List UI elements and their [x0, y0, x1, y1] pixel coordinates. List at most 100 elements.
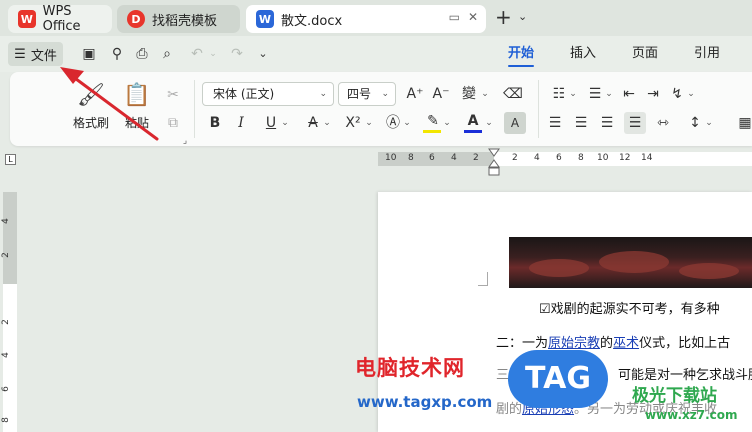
text-effect-icon[interactable]: Ⓐ [382, 112, 404, 134]
image-texture [679, 263, 739, 279]
cut-icon[interactable]: ✂ [162, 84, 184, 106]
superscript-chevron-icon[interactable]: ⌄ [364, 112, 374, 134]
tab-document-label: 散文.docx [281, 13, 343, 29]
highlight-chevron-icon[interactable]: ⌄ [442, 112, 452, 134]
ruler-number: 2 [0, 252, 11, 258]
ruler-number: 4 [0, 218, 11, 224]
font-color-chevron-icon[interactable]: ⌄ [484, 112, 494, 134]
increase-indent-icon[interactable]: ⇥ [642, 83, 664, 105]
bold-icon[interactable]: B [204, 112, 226, 134]
quick-access-toolbar: ☰ 文件 ▣ ⚲ ⎙ ⌕ ↶ ⌄ ↷ ⌄ 开始 插入 页面 引用 审阅 [0, 36, 752, 72]
file-menu-label: 文件 [30, 48, 57, 64]
daoke-logo-icon: D [127, 10, 145, 28]
redo-icon[interactable]: ↷ [228, 45, 246, 63]
underline-chevron-icon[interactable]: ⌄ [280, 112, 290, 134]
ruler-number: 14 [641, 153, 653, 163]
align-center-icon[interactable]: ☰ [570, 112, 592, 134]
char-shading-icon[interactable]: A [504, 112, 526, 134]
phonetic-guide-icon[interactable]: 變 [458, 83, 480, 105]
new-tab-icon[interactable]: + [495, 5, 512, 29]
ribbon-tab-review[interactable]: 审阅 [738, 36, 752, 72]
line-spacing-icon[interactable]: ↕ [684, 112, 706, 134]
print-preview-icon[interactable]: ⌕ [158, 45, 176, 63]
watermark-site-name: 电脑技术网 [355, 356, 465, 380]
separator [194, 80, 195, 138]
horizontal-ruler-row: L 10 8 6 4 2 2 4 6 8 10 12 14 [0, 148, 752, 176]
watermark-tag-logo: TAG [508, 350, 608, 408]
font-size-select[interactable]: 四号 ⌄ [338, 82, 396, 106]
ruler-number: 10 [385, 153, 397, 163]
strikethrough-icon[interactable]: A [302, 112, 324, 134]
window-mode-icon[interactable]: ▭ [449, 10, 460, 24]
chinese-layout-chevron-icon[interactable]: ⌄ [686, 83, 696, 105]
align-left-icon[interactable]: ☰ [544, 112, 566, 134]
highlight-color-icon[interactable]: ✎ [422, 110, 444, 132]
chinese-layout-icon[interactable]: ↯ [666, 83, 688, 105]
shrink-font-icon[interactable]: A⁻ [430, 83, 452, 105]
paste-label: 粘贴 [124, 116, 149, 130]
tab-wps-office[interactable]: W WPS Office [8, 4, 112, 34]
line4-a: 剧的 [496, 402, 523, 417]
tab-template[interactable]: D 找稻壳模板 [117, 5, 240, 33]
image-texture [529, 259, 589, 277]
borders-icon[interactable]: ▦ [734, 112, 752, 134]
ribbon-home: 🖌 格式刷 📋 粘贴 ✂ ⧉ ⌟ 宋体 (正文) ⌄ 四号 ⌄ A⁺ A⁻ 變 … [10, 72, 752, 146]
ribbon-tab-page[interactable]: 页面 [614, 36, 676, 72]
bullet-list-icon[interactable]: ☷ [548, 83, 570, 105]
save-icon[interactable]: ▣ [80, 45, 98, 63]
close-tab-icon[interactable]: ✕ [468, 10, 478, 24]
underline-icon[interactable]: U [260, 112, 282, 134]
text-effect-chevron-icon[interactable]: ⌄ [402, 112, 412, 134]
line-spacing-chevron-icon[interactable]: ⌄ [704, 112, 714, 134]
font-name-value: 宋体 (正文) [213, 87, 275, 101]
ruler-number: 8 [0, 417, 11, 423]
align-right-icon[interactable]: ☰ [596, 112, 618, 134]
indent-marker-icon[interactable] [488, 148, 500, 178]
format-painter-button[interactable]: 🖌 格式刷 [68, 82, 114, 131]
font-size-value: 四号 [347, 87, 372, 101]
ruler-number: 6 [556, 153, 562, 163]
ruler-number: 6 [429, 153, 435, 163]
share-icon[interactable]: ⚲ [108, 45, 126, 63]
ruler-number: 8 [578, 153, 584, 163]
file-menu-button[interactable]: ☰ 文件 [8, 42, 63, 66]
bullet-chevron-icon[interactable]: ⌄ [568, 83, 578, 105]
tab-list-chevron-icon[interactable]: ⌄ [518, 10, 527, 23]
separator [538, 80, 539, 138]
watermark-right-title: 极光下载站 [632, 386, 717, 406]
more-chevron-icon[interactable]: ⌄ [254, 45, 272, 63]
numbered-chevron-icon[interactable]: ⌄ [604, 83, 614, 105]
ribbon-tab-insert[interactable]: 插入 [552, 36, 614, 72]
clear-format-icon[interactable]: ⌫ [502, 83, 524, 105]
italic-icon[interactable]: I [230, 112, 252, 134]
grow-font-icon[interactable]: A⁺ [404, 83, 426, 105]
document-image[interactable] [509, 237, 752, 288]
tab-stop-selector[interactable]: L [5, 154, 16, 165]
image-texture [599, 251, 669, 273]
ribbon-tab-references[interactable]: 引用 [676, 36, 738, 72]
strikethrough-chevron-icon[interactable]: ⌄ [322, 112, 332, 134]
ruler-number: 10 [597, 153, 609, 163]
tab-wps-label: WPS Office [42, 4, 81, 34]
tab-document[interactable]: W 散文.docx ▭ ✕ [246, 5, 486, 33]
watermark-url: www.tagxp.com [357, 393, 493, 411]
distributed-align-icon[interactable]: ⇿ [652, 112, 674, 134]
paragraph-line-2: 二：一为原始宗教的巫术仪式，比如上古 [496, 332, 730, 351]
justify-icon[interactable]: ☰ [624, 112, 646, 134]
decrease-indent-icon[interactable]: ⇤ [618, 83, 640, 105]
print-icon[interactable]: ⎙ [133, 45, 151, 63]
superscript-icon[interactable]: X² [342, 112, 364, 134]
ribbon-tab-home[interactable]: 开始 [490, 36, 552, 72]
image-caption: ☑戏剧的起源实不可考，有多种 [539, 302, 720, 317]
undo-chevron-icon[interactable]: ⌄ [204, 45, 222, 63]
numbered-list-icon[interactable]: ☰ [584, 83, 606, 105]
font-name-select[interactable]: 宋体 (正文) ⌄ [202, 82, 334, 106]
chevron-down-icon: ⌄ [381, 89, 389, 99]
paste-button[interactable]: 📋 粘贴 [114, 82, 160, 131]
font-color-icon[interactable]: A [462, 110, 484, 132]
link-witchcraft[interactable]: 巫术 [613, 336, 639, 351]
link-primitive-religion[interactable]: 原始宗教 [548, 336, 600, 351]
phonetic-chevron-icon[interactable]: ⌄ [480, 83, 490, 105]
paragraph-corner-mark [478, 272, 488, 286]
ribbon-tabs: 开始 插入 页面 引用 审阅 [490, 36, 752, 72]
